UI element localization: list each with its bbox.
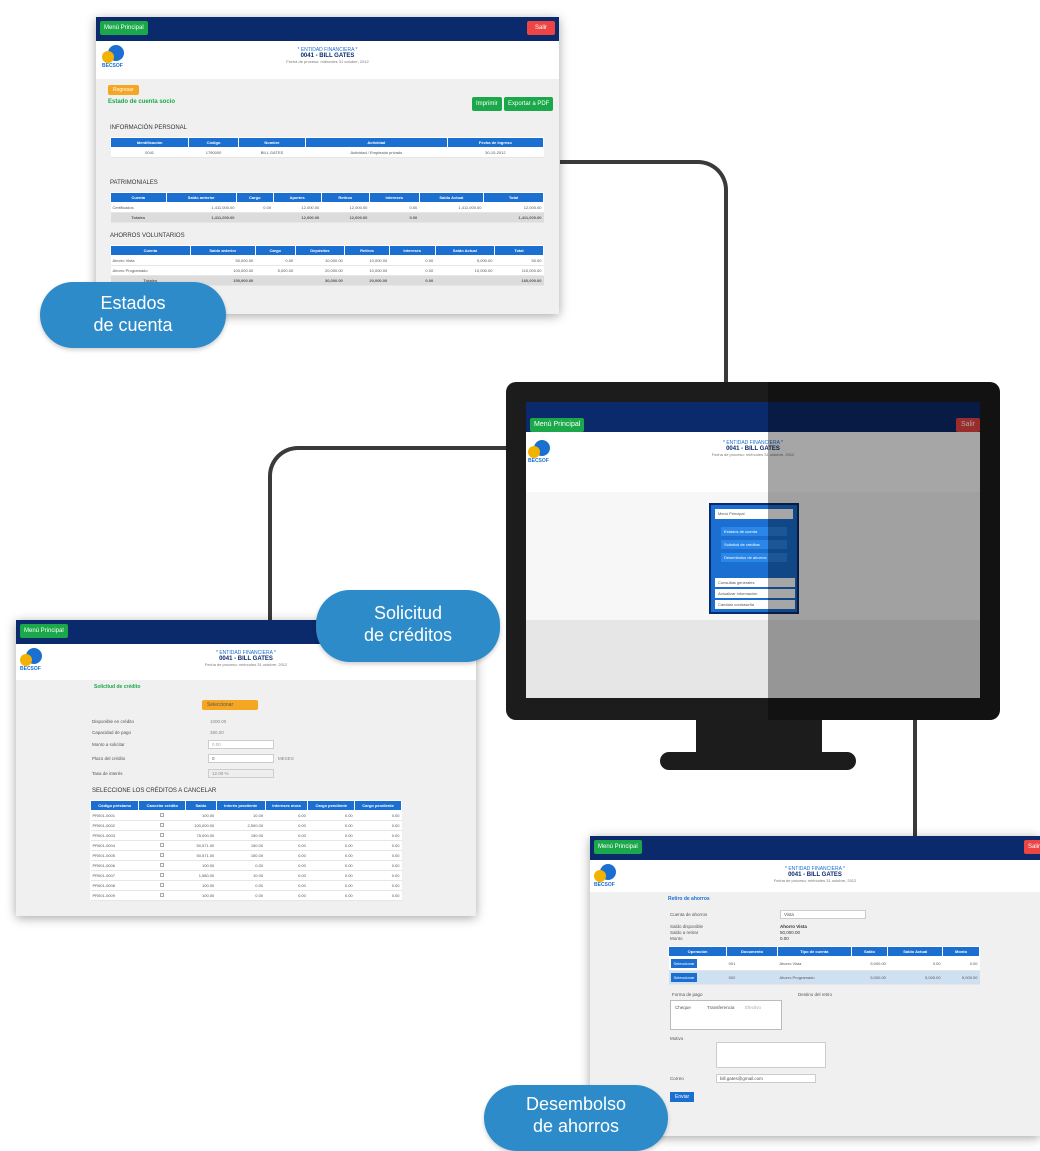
desembolso-ahorros-label: Desembolso de ahorros bbox=[484, 1085, 668, 1151]
monitor-base bbox=[660, 752, 856, 770]
info-label: Saldo a retirar bbox=[670, 930, 699, 935]
table-total-row: Totales 1,411,000.00 12,000.00 12,000.00 0.0… bbox=[110, 212, 544, 223]
destino-label: Destino del retiro bbox=[798, 992, 833, 997]
personal-title: INFORMACIÓN PERSONAL bbox=[110, 125, 188, 131]
table-row[interactable]: PR001-0007 1,580.00 10.00 0.00 0.00 0.00 bbox=[90, 870, 402, 881]
field-label: Capacidad de pago bbox=[92, 730, 132, 735]
field-label: Tasa de interés bbox=[92, 771, 123, 776]
table-row: 0041 1790000 BILL GATES Actividad / Emplead… bbox=[110, 147, 544, 158]
table-row[interactable]: PR001-0005 50,571.00 150.00 0.00 0.00 0.00 bbox=[90, 850, 402, 861]
monto-input[interactable]: 0.00 bbox=[208, 740, 274, 749]
table-row[interactable]: PR001-0008 100.00 0.00 0.00 0.00 0.00 bbox=[90, 880, 402, 891]
connector-wire-desembolso bbox=[913, 718, 917, 840]
field-label: Monto a solicitar bbox=[92, 742, 125, 747]
field-value: 350.00 bbox=[210, 730, 224, 735]
field-value: 1000.00 bbox=[210, 719, 227, 724]
motivo-textarea[interactable] bbox=[716, 1042, 826, 1068]
menu-principal-button[interactable]: Menú Principal bbox=[20, 624, 68, 638]
tipo-select[interactable]: Vista bbox=[780, 910, 866, 919]
table-row[interactable]: PR001-0004 50,571.00 150.00 0.00 0.00 0.00 bbox=[90, 840, 402, 851]
field-label: Plazo del crédito bbox=[92, 756, 126, 761]
monitor-reflection bbox=[768, 382, 1000, 720]
info-label: Monto bbox=[670, 936, 683, 941]
estados-de-cuenta-screenshot: Menú Principal Salir BECSOF * ENTIDAD FI… bbox=[96, 17, 559, 314]
correo-input[interactable]: bill.gates@gmail.com bbox=[716, 1074, 816, 1083]
menu-principal-button[interactable]: Menú Principal bbox=[530, 418, 585, 432]
checkbox[interactable] bbox=[160, 863, 165, 867]
cuentas-table: Operación Documento Tipo de cuenta Saldo Sal… bbox=[667, 946, 980, 985]
top-bar: Menú Principal Salir bbox=[590, 836, 1040, 860]
patrimoniales-title: PATRIMONIALES bbox=[110, 180, 158, 186]
checkbox[interactable] bbox=[160, 813, 165, 817]
select-dropdown[interactable]: Seleccionar bbox=[202, 700, 258, 710]
table-row[interactable]: PR001-0001 100.00 10.00 0.00 0.00 0.00 bbox=[90, 810, 402, 821]
page-header: * ENTIDAD FINANCIERA * 0041 - BILL GATES… bbox=[286, 47, 369, 65]
salir-button[interactable]: Salir bbox=[526, 21, 555, 35]
table-row[interactable]: PR001-0006 100.00 0.00 0.00 0.00 0.00 bbox=[90, 860, 402, 871]
solicitud-title: Solicitud de crédito bbox=[94, 684, 141, 690]
info-label: Saldo disponible bbox=[670, 924, 704, 929]
salir-button[interactable]: Salir bbox=[1023, 840, 1040, 854]
enviar-button[interactable]: Enviar bbox=[670, 1092, 695, 1102]
info-value: Ahorro Vista bbox=[780, 924, 807, 929]
section-title: Estado de cuenta socio bbox=[108, 99, 176, 105]
motivo-label: Motivo bbox=[670, 1036, 684, 1041]
table-row[interactable]: PR001-0003 75,000.00 150.00 0.00 0.00 0.00 bbox=[90, 830, 402, 841]
tasa-input: 12.00 % bbox=[208, 769, 274, 778]
ahorros-table: Cuenta Saldo anterior Cargo Depósitos Retiro… bbox=[110, 245, 545, 286]
table-row: Certificados 1,411,000.00 0.00 12,000.00 12,… bbox=[110, 202, 544, 213]
page-header: * ENTIDAD FINANCIERA * 0041 - BILL GATES… bbox=[773, 866, 857, 884]
efectivo-radio[interactable]: Efectivo bbox=[745, 1005, 761, 1010]
table-row: Seleccionar 002 Ahorro Programado 5,000.00… bbox=[668, 970, 980, 985]
tipo-label: Cuenta de ahorros bbox=[670, 912, 708, 917]
correo-label: Correo bbox=[670, 1076, 684, 1081]
plazo-input[interactable]: 0 bbox=[208, 754, 274, 763]
table-title: SELECCIONE LOS CRÉDITOS A CANCELAR bbox=[92, 788, 217, 794]
checkbox[interactable] bbox=[160, 823, 165, 827]
seleccionar-button[interactable]: Seleccionar bbox=[670, 973, 698, 982]
menu-principal-button[interactable]: Menú Principal bbox=[100, 21, 148, 35]
info-value: 0.00 bbox=[780, 936, 789, 941]
cheque-radio[interactable]: Cheque bbox=[675, 1005, 691, 1010]
checkbox[interactable] bbox=[160, 833, 165, 837]
monitor-frame: Menú Principal Salir BECSOF * ENTIDAD FI… bbox=[506, 382, 1000, 720]
plazo-unit: MESES bbox=[278, 756, 294, 761]
checkbox[interactable] bbox=[160, 883, 165, 887]
solicitud-creditos-label: Solicitud de créditos bbox=[316, 590, 500, 662]
checkbox[interactable] bbox=[160, 843, 165, 847]
imprimir-button[interactable]: Imprimir bbox=[472, 97, 502, 111]
field-label: Disponible en crédito bbox=[92, 719, 135, 724]
table-row[interactable]: PR001-0009 100.00 0.00 0.00 0.00 0.00 bbox=[90, 890, 402, 901]
estados-de-cuenta-label: Estados de cuenta bbox=[40, 282, 226, 348]
connector-wire-estados bbox=[560, 160, 728, 390]
top-bar: Menú Principal Salir bbox=[96, 17, 559, 41]
solicitud-creditos-screenshot: Menú Principal BECSOF * ENTIDAD FINANCIE… bbox=[16, 620, 476, 916]
checkbox[interactable] bbox=[160, 853, 165, 857]
patrimoniales-table: Cuenta Saldo anterior Cargo Aportes Retiros I… bbox=[110, 192, 545, 223]
info-value: 50,000.00 bbox=[780, 930, 801, 935]
export-pdf-button[interactable]: Exportar a PDF bbox=[504, 97, 554, 111]
table-row: Ahorro Programado 100,000.00 5,000.00 20,00… bbox=[110, 265, 544, 276]
desembolso-title: Retiro de ahorros bbox=[668, 896, 710, 902]
forma-pago-box: Cheque Transferencia Efectivo bbox=[670, 1000, 782, 1030]
regresar-button[interactable]: Regresar bbox=[108, 85, 139, 95]
creditos-table: Código préstamo Cancelar crédito Saldo Inte… bbox=[89, 800, 402, 901]
checkbox[interactable] bbox=[160, 873, 165, 877]
personal-table: Identificación Código Nombre Actividad Fecha… bbox=[109, 137, 545, 158]
ahorros-title: AHORROS VOLUNTARIOS bbox=[110, 233, 185, 239]
table-row: Seleccionar 001 Ahorro Vista 5,000.00 0.00 0… bbox=[668, 956, 980, 971]
table-row[interactable]: PR001-0002 100,000.00 2,500.00 0.00 0.00 0.00 bbox=[90, 820, 402, 831]
seleccionar-button[interactable]: Seleccionar bbox=[670, 959, 698, 968]
checkbox[interactable] bbox=[160, 893, 165, 897]
table-row: Ahorro Vista 50,000.00 0.00 10,000.00 10,000… bbox=[110, 255, 544, 266]
transfer-radio[interactable]: Transferencia bbox=[707, 1005, 734, 1010]
forma-pago-label: Forma de pago bbox=[672, 992, 703, 997]
desembolso-ahorros-screenshot: Menú Principal Salir BECSOF * ENTIDAD FI… bbox=[590, 836, 1040, 1136]
menu-principal-button[interactable]: Menú Principal bbox=[594, 840, 642, 854]
